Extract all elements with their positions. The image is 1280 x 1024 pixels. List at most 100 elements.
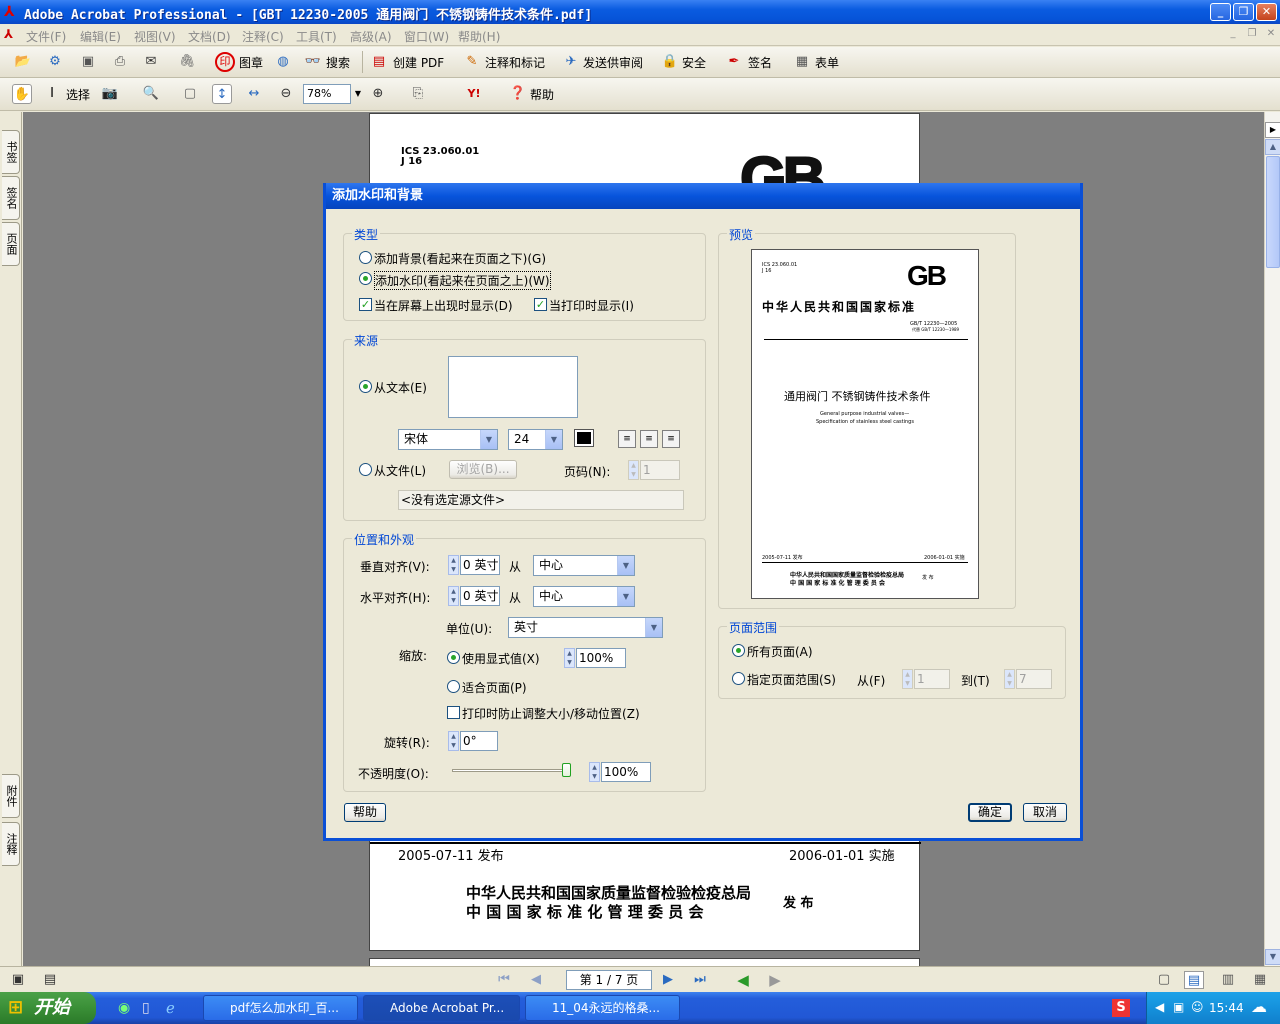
stamp-label[interactable]: 图章 — [239, 51, 263, 75]
show-on-print-label[interactable]: 当打印时显示(I) — [549, 297, 634, 314]
menu-view[interactable]: 视图(V) — [134, 28, 176, 45]
comment-markup-button[interactable]: 注释和标记 — [485, 51, 545, 75]
comment-icon[interactable]: ✎ — [462, 52, 482, 72]
range-from-field[interactable]: 1 — [914, 669, 950, 689]
search-label[interactable]: 搜索 — [326, 51, 350, 75]
snapshot-icon[interactable]: 📷 — [100, 84, 120, 104]
align-center-icon[interactable]: ≡ — [640, 430, 658, 448]
tab-attachments[interactable]: 附件 — [2, 774, 20, 818]
specify-range-radio[interactable] — [732, 672, 745, 685]
vertical-value-field[interactable]: 0 英寸 — [460, 555, 500, 575]
tab-pages[interactable]: 页面 — [2, 222, 20, 266]
single-page-layout-icon[interactable]: ▢ — [1154, 971, 1174, 989]
from-file-radio[interactable] — [359, 463, 372, 476]
task-browser[interactable]: pdf怎么加水印_百... — [203, 995, 358, 1021]
rotation-field[interactable]: 0° — [460, 731, 498, 751]
horizontal-anchor-select[interactable]: 中心 ▼ — [533, 586, 635, 607]
fit-page-label[interactable]: 适合页面(P) — [462, 679, 527, 696]
specify-range-label[interactable]: 指定页面范围(S) — [747, 671, 836, 688]
fit-page-radio[interactable] — [447, 680, 460, 693]
task-acrobat[interactable]: Adobe Acrobat Pr... — [363, 995, 520, 1021]
show-on-screen-checkbox[interactable]: ✓ — [359, 298, 372, 311]
close-button[interactable]: ✕ — [1256, 3, 1277, 21]
stamp-icon[interactable]: 印 — [215, 52, 235, 72]
from-text-radio[interactable] — [359, 380, 372, 393]
minimize-button[interactable]: _ — [1210, 3, 1231, 21]
vertical-scrollbar[interactable]: ▶ ▲ ▼ — [1264, 112, 1280, 966]
show-desktop-icon[interactable]: ◉ — [118, 1000, 130, 1016]
last-page-icon[interactable]: ⏭ — [690, 971, 710, 989]
prevent-resize-checkbox[interactable] — [447, 706, 460, 719]
qq-icon[interactable]: ☺ — [1191, 1000, 1204, 1014]
menu-tools[interactable]: 工具(T) — [296, 28, 337, 45]
fit-width-icon[interactable]: ↔ — [244, 84, 264, 104]
menu-comments[interactable]: 注释(C) — [242, 28, 284, 45]
help-dialog-button[interactable]: 帮助 — [344, 803, 386, 822]
opacity-spinner[interactable]: ▲ ▼ — [589, 762, 600, 782]
menu-window[interactable]: 窗口(W) — [404, 28, 449, 45]
horizontal-value-field[interactable]: 0 英寸 — [460, 586, 500, 606]
all-pages-radio[interactable] — [732, 644, 745, 657]
page-number-field[interactable]: 1 — [640, 460, 680, 480]
browse-button[interactable]: 浏览(B)... — [449, 460, 517, 479]
binoculars-icon[interactable]: 👓 — [303, 52, 323, 72]
attach-icon[interactable]: 🖇 — [177, 52, 197, 72]
previous-view-icon[interactable]: ◀ — [733, 971, 753, 989]
menu-file[interactable]: 文件(F) — [26, 28, 66, 45]
previous-page-icon[interactable]: ◀ — [526, 971, 546, 989]
next-view-icon[interactable]: ▶ — [765, 971, 785, 989]
menu-advanced[interactable]: 高级(A) — [350, 28, 392, 45]
menu-document[interactable]: 文档(D) — [188, 28, 231, 45]
opacity-field[interactable]: 100% — [601, 762, 651, 782]
align-right-icon[interactable]: ≡ — [662, 430, 680, 448]
show-on-screen-label[interactable]: 当在屏幕上出现时显示(D) — [374, 297, 513, 314]
opacity-slider-track[interactable] — [452, 769, 567, 772]
single-page-icon[interactable]: ▣ — [8, 971, 28, 989]
range-from-spinner[interactable]: ▲ ▼ — [902, 669, 913, 689]
menu-edit[interactable]: 编辑(E) — [80, 28, 121, 45]
security-button[interactable]: 安全 — [682, 51, 706, 75]
actual-size-icon[interactable]: ▢ — [180, 84, 200, 104]
tab-comments[interactable]: 注释 — [2, 822, 20, 866]
maximize-button[interactable]: ❐ — [1233, 3, 1254, 21]
watermark-text-area[interactable] — [448, 356, 578, 418]
doc-restore-button[interactable]: ❐ — [1245, 28, 1259, 40]
tray-arrow-icon[interactable]: ◀ — [1155, 1000, 1164, 1014]
page-number-spinner[interactable]: ▲ ▼ — [628, 460, 639, 480]
task-word[interactable]: 11_04永远的格桑... — [525, 995, 680, 1021]
rotation-spinner[interactable]: ▲ ▼ — [448, 731, 459, 751]
doc-close-button[interactable]: ✕ — [1264, 28, 1278, 40]
add-background-label[interactable]: 添加背景(看起来在页面之下)(G) — [374, 250, 546, 267]
opacity-slider-thumb[interactable] — [562, 763, 571, 777]
forms-button[interactable]: 表单 — [815, 51, 839, 75]
doc-minimize-button[interactable]: _ — [1226, 28, 1240, 40]
from-file-label[interactable]: 从文件(L) — [374, 462, 426, 479]
horizontal-spinner[interactable]: ▲ ▼ — [448, 586, 459, 606]
quicklaunch-icon[interactable]: ▯ — [142, 1000, 150, 1016]
from-text-label[interactable]: 从文本(E) — [374, 379, 427, 396]
scale-spinner[interactable]: ▲ ▼ — [564, 648, 575, 668]
lock-icon[interactable]: 🔒 — [660, 52, 680, 72]
yahoo-icon[interactable]: Y! — [458, 84, 490, 104]
help-button[interactable]: 帮助 — [530, 83, 554, 107]
save-icon[interactable]: ▣ — [78, 52, 98, 72]
input-method-icon[interactable]: S — [1112, 999, 1130, 1017]
add-background-radio[interactable] — [359, 251, 372, 264]
add-watermark-radio[interactable] — [359, 272, 372, 285]
web-icon[interactable]: ◍ — [273, 52, 293, 72]
panel-icon[interactable]: ▤ — [40, 971, 60, 989]
scroll-thumb[interactable] — [1266, 156, 1280, 268]
help-icon[interactable]: ❓ — [508, 84, 528, 104]
use-display-radio[interactable] — [447, 651, 460, 664]
weather-icon[interactable]: ☁ — [1251, 997, 1267, 1016]
first-page-icon[interactable]: ⏮ — [494, 971, 514, 989]
network-icon[interactable]: ▣ — [1173, 1000, 1184, 1014]
range-to-field[interactable]: 7 — [1016, 669, 1052, 689]
vertical-spinner[interactable]: ▲ ▼ — [448, 555, 459, 575]
open-icon[interactable]: 📂 — [13, 52, 33, 72]
next-page-icon[interactable]: ▶ — [658, 971, 678, 989]
align-left-icon[interactable]: ≡ — [618, 430, 636, 448]
font-select[interactable]: 宋体 ▼ — [398, 429, 498, 450]
page-number-input[interactable]: 第 1 / 7 页 — [566, 970, 652, 990]
cancel-button[interactable]: 取消 — [1023, 803, 1067, 822]
